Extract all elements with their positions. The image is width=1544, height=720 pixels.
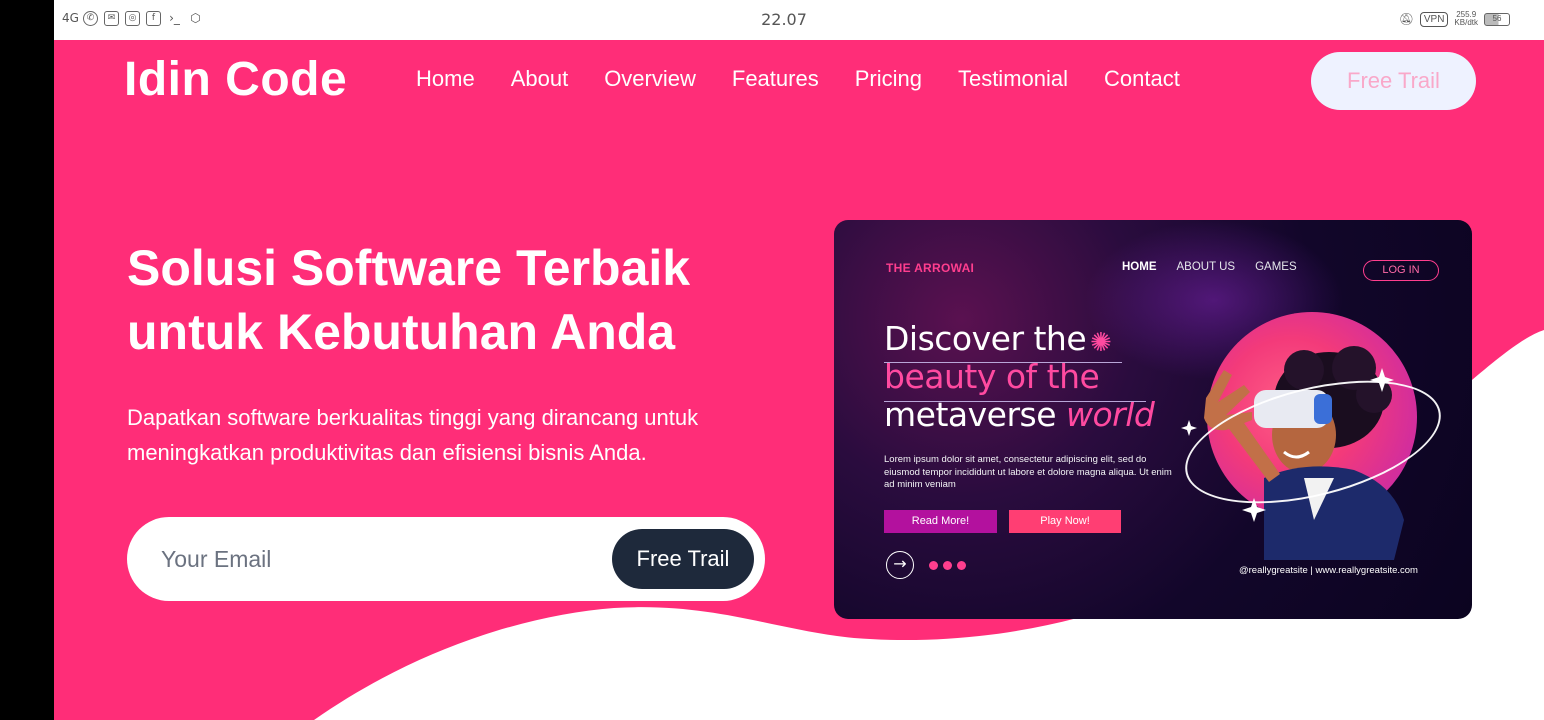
main-nav: Home About Overview Features Pricing Tes… — [416, 66, 1180, 92]
status-bar: 4G ✆ ✉ ◎ f ›_ ⬡ 22.07 🔕︎ VPN 255.9 KB/dt… — [54, 0, 1544, 40]
nav-features[interactable]: Features — [732, 66, 819, 92]
mute-bell-icon: 🔕︎ — [1398, 11, 1415, 26]
brand-logo[interactable]: Idin Code — [124, 52, 347, 107]
nav-contact[interactable]: Contact — [1104, 66, 1180, 92]
nav-pricing[interactable]: Pricing — [855, 66, 922, 92]
hero-section: Idin Code Home About Overview Features P… — [54, 40, 1544, 720]
status-right-icons: 🔕︎ VPN 255.9 KB/dtk 56 — [1399, 11, 1510, 27]
status-time: 22.07 — [761, 10, 807, 29]
hero-subtext: Dapatkan software berkualitas tinggi yan… — [127, 405, 699, 465]
nav-about[interactable]: About — [511, 66, 569, 92]
free-trial-submit-button[interactable]: Free Trail — [612, 529, 754, 589]
nav-home[interactable]: Home — [416, 66, 475, 92]
header-free-trial-button[interactable]: Free Trail — [1311, 52, 1476, 110]
email-input[interactable] — [161, 541, 581, 577]
browser-screen: 4G ✆ ✉ ◎ f ›_ ⬡ 22.07 🔕︎ VPN 255.9 KB/dt… — [54, 0, 1544, 720]
nav-overview[interactable]: Overview — [604, 66, 696, 92]
promo-image: THE ARROWAI HOME ABOUT US GAMES LOG IN D… — [834, 220, 1472, 619]
speed-unit: KB/dtk — [1454, 18, 1478, 27]
hero-headline: Solusi Software Terbaik untuk Kebutuhan … — [127, 240, 691, 360]
email-signup-form: Free Trail — [127, 517, 765, 601]
nav-testimonial[interactable]: Testimonial — [958, 66, 1068, 92]
vpn-badge: VPN — [1419, 11, 1449, 27]
network-speed: 255.9 KB/dtk — [1454, 11, 1478, 27]
battery-icon: 56 — [1484, 12, 1510, 26]
device-bezel — [0, 0, 54, 720]
